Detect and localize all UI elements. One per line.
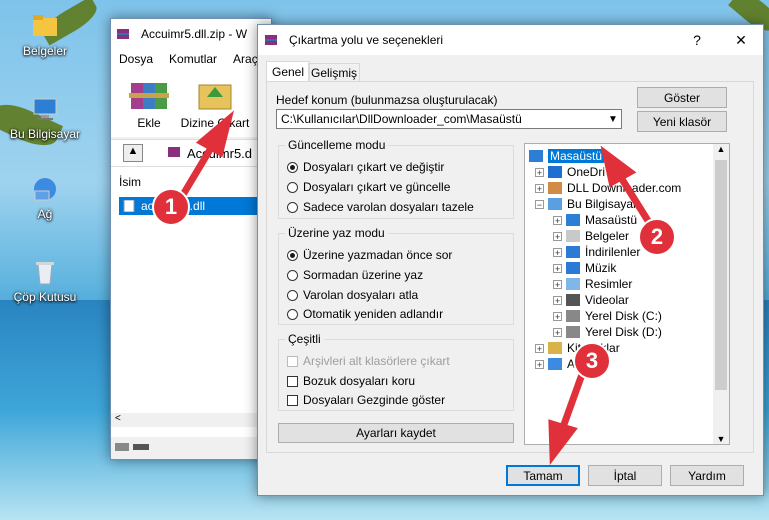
arrow-3-head (548, 419, 578, 465)
arrow-2-head (600, 145, 637, 188)
arrow-1-head (195, 110, 235, 158)
step-badge-2: 2 (638, 218, 676, 256)
step-badge-1: 1 (152, 188, 190, 226)
step-badge-3: 3 (573, 342, 611, 380)
tutorial-arrows (174, 110, 659, 465)
